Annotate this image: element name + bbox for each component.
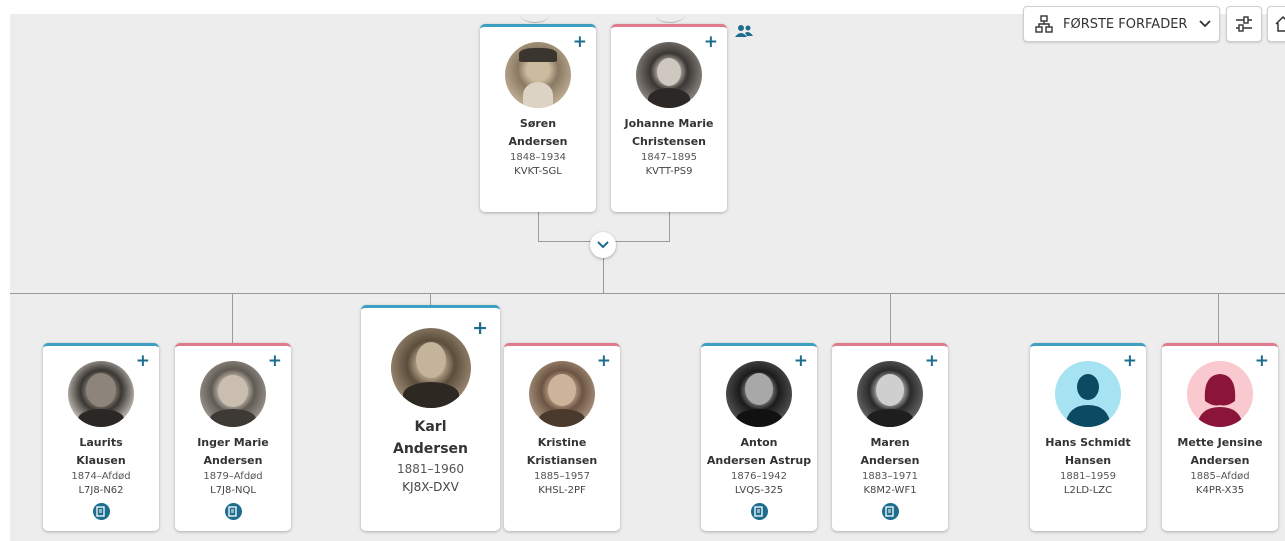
- person-card-johanne[interactable]: + Johanne Marie Christensen 1847–1895 KVT…: [611, 24, 727, 212]
- connector-line: [669, 212, 670, 242]
- add-relative-button[interactable]: +: [268, 353, 282, 370]
- collapse-parents-button[interactable]: [590, 232, 616, 258]
- record-hints-icon[interactable]: [750, 503, 768, 520]
- person-card-maren[interactable]: + Maren Andersen 1883–1971 K8M2-WF1: [832, 343, 948, 531]
- person-card-kristine[interactable]: + Kristine Kristiansen 1885–1957 KHSL-2PF: [504, 343, 620, 531]
- add-relative-button[interactable]: +: [472, 319, 488, 338]
- person-id: L7J8-NQL: [210, 485, 256, 496]
- add-relative-button[interactable]: +: [1255, 353, 1269, 370]
- person-card-soren[interactable]: + Søren Andersen 1848–1934 KVKT-SGL: [480, 24, 596, 212]
- person-id: KVTT-PS9: [645, 166, 693, 177]
- person-id: K8M2-WF1: [863, 485, 917, 496]
- person-card-laurits[interactable]: + Laurits Klausen 1874–Afdød L7J8-N62: [43, 343, 159, 531]
- person-name: Søren Andersen: [508, 117, 568, 148]
- person-name: Kristine Kristiansen: [526, 436, 598, 467]
- record-hints-icon[interactable]: [92, 503, 110, 520]
- person-lifespan: 1876–1942: [731, 471, 787, 482]
- couple-icon[interactable]: [735, 23, 753, 42]
- chevron-down-icon: [597, 241, 609, 249]
- record-hints-icon[interactable]: [224, 503, 242, 520]
- connector-line: [1218, 293, 1219, 345]
- person-lifespan: 1885–1957: [534, 471, 590, 482]
- tree-structure-icon: [1035, 15, 1053, 33]
- portrait-photo: [529, 361, 595, 427]
- person-name: Laurits Klausen: [76, 436, 126, 467]
- home-icon: [1275, 15, 1285, 32]
- view-select-dropdown[interactable]: FØRSTE FORFADER: [1023, 6, 1220, 42]
- person-name: Inger Marie Andersen: [197, 436, 269, 467]
- connector-line: [10, 293, 1285, 294]
- sliders-icon: [1236, 16, 1252, 32]
- portrait-photo: [200, 361, 266, 427]
- person-card-inger[interactable]: + Inger Marie Andersen 1879–Afdød L7J8-NQ…: [175, 343, 291, 531]
- portrait-photo: [68, 361, 134, 427]
- person-id: KJ8X-DXV: [402, 480, 459, 494]
- person-lifespan: 1881–1959: [1060, 471, 1116, 482]
- female-avatar-placeholder-icon: [1187, 361, 1253, 427]
- portrait-photo: [390, 328, 471, 408]
- add-relative-button[interactable]: +: [925, 353, 939, 370]
- person-id: LVQS-325: [734, 485, 784, 496]
- person-id: L7J8-N62: [78, 485, 124, 496]
- offscreen-connector: [520, 6, 550, 23]
- person-name: Maren Andersen: [860, 436, 920, 467]
- person-id: KVKT-SGL: [514, 166, 562, 177]
- add-relative-button[interactable]: +: [794, 353, 808, 370]
- add-relative-button[interactable]: +: [573, 34, 587, 51]
- person-id: K4PR-X35: [1195, 485, 1245, 496]
- person-lifespan: 1847–1895: [641, 152, 697, 163]
- add-relative-button[interactable]: +: [136, 353, 150, 370]
- person-id: L2LD-LZC: [1063, 485, 1113, 496]
- person-lifespan: 1848–1934: [510, 152, 566, 163]
- person-name: Johanne Marie Christensen: [624, 117, 714, 148]
- portrait-photo: [505, 42, 571, 108]
- person-card-hans[interactable]: + Hans Schmidt Hansen 1881–1959 L2LD-LZC: [1030, 343, 1146, 531]
- connector-line: [538, 212, 539, 242]
- offscreen-connector: [655, 6, 685, 23]
- chevron-down-icon: [1199, 20, 1212, 28]
- person-name: Mette Jensine Andersen: [1177, 436, 1263, 467]
- person-card-karl-focus[interactable]: + Karl Andersen 1881–1960 KJ8X-DXV: [361, 305, 500, 531]
- person-name: Anton Andersen Astrup: [706, 436, 812, 467]
- add-relative-button[interactable]: +: [597, 353, 611, 370]
- person-lifespan: 1879–Afdød: [203, 471, 263, 482]
- person-lifespan: 1883–1971: [862, 471, 918, 482]
- view-select-label: FØRSTE FORFADER: [1063, 16, 1188, 32]
- portrait-photo: [857, 361, 923, 427]
- connector-line: [603, 257, 604, 293]
- record-hints-icon[interactable]: [881, 503, 899, 520]
- person-id: KHSL-2PF: [538, 485, 586, 496]
- home-button[interactable]: [1267, 6, 1285, 42]
- person-name: Hans Schmidt Hansen: [1045, 436, 1131, 467]
- person-lifespan: 1874–Afdød: [71, 471, 131, 482]
- male-avatar-placeholder-icon: [1055, 361, 1121, 427]
- portrait-photo: [726, 361, 792, 427]
- person-name: Karl Andersen: [392, 419, 469, 457]
- person-card-mette[interactable]: + Mette Jensine Andersen 1885–Afdød K4PR-…: [1162, 343, 1278, 531]
- person-card-anton[interactable]: + Anton Andersen Astrup 1876–1942 LVQS-32…: [701, 343, 817, 531]
- settings-button[interactable]: [1226, 6, 1262, 42]
- person-lifespan: 1881–1960: [396, 462, 465, 476]
- add-relative-button[interactable]: +: [704, 34, 718, 51]
- connector-line: [890, 293, 891, 345]
- person-lifespan: 1885–Afdød: [1190, 471, 1250, 482]
- add-relative-button[interactable]: +: [1123, 353, 1137, 370]
- portrait-photo: [636, 42, 702, 108]
- connector-line: [232, 293, 233, 345]
